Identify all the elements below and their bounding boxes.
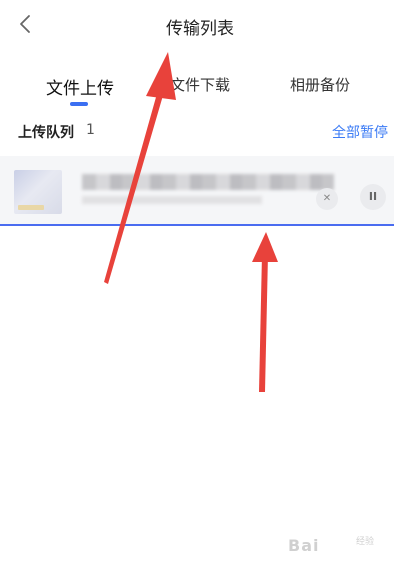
page-title: 传输列表	[166, 19, 234, 39]
pause-icon: II	[368, 190, 378, 203]
baidu-watermark: Bai 经验	[288, 534, 392, 560]
upload-queue-count: 1	[86, 122, 95, 138]
pause-upload-button[interactable]: II	[360, 184, 386, 210]
watermark-text: Bai	[288, 536, 320, 555]
watermark-sub: 经验	[356, 537, 375, 547]
upload-queue-label: 上传队列	[18, 125, 74, 141]
annotation-arrow-progress	[252, 232, 278, 392]
tab-file-download[interactable]: 文件下载	[170, 74, 230, 95]
file-name-blurred	[82, 174, 334, 190]
active-tab-indicator	[70, 102, 88, 106]
cancel-upload-button[interactable]: ✕	[316, 188, 338, 210]
file-thumbnail	[14, 170, 62, 214]
file-info-blurred	[82, 196, 262, 204]
tab-file-upload[interactable]: 文件上传	[46, 74, 114, 99]
upload-queue-header: 上传队列 1 全部暂停	[0, 120, 400, 144]
tab-bar: 文件上传 文件下载 相册备份	[0, 74, 400, 114]
upload-progress-bar	[0, 224, 394, 226]
tab-album-backup[interactable]: 相册备份	[290, 74, 350, 95]
app-header: 传输列表	[0, 0, 400, 52]
close-icon: ✕	[322, 193, 332, 204]
pause-all-button[interactable]: 全部暂停	[332, 122, 388, 142]
